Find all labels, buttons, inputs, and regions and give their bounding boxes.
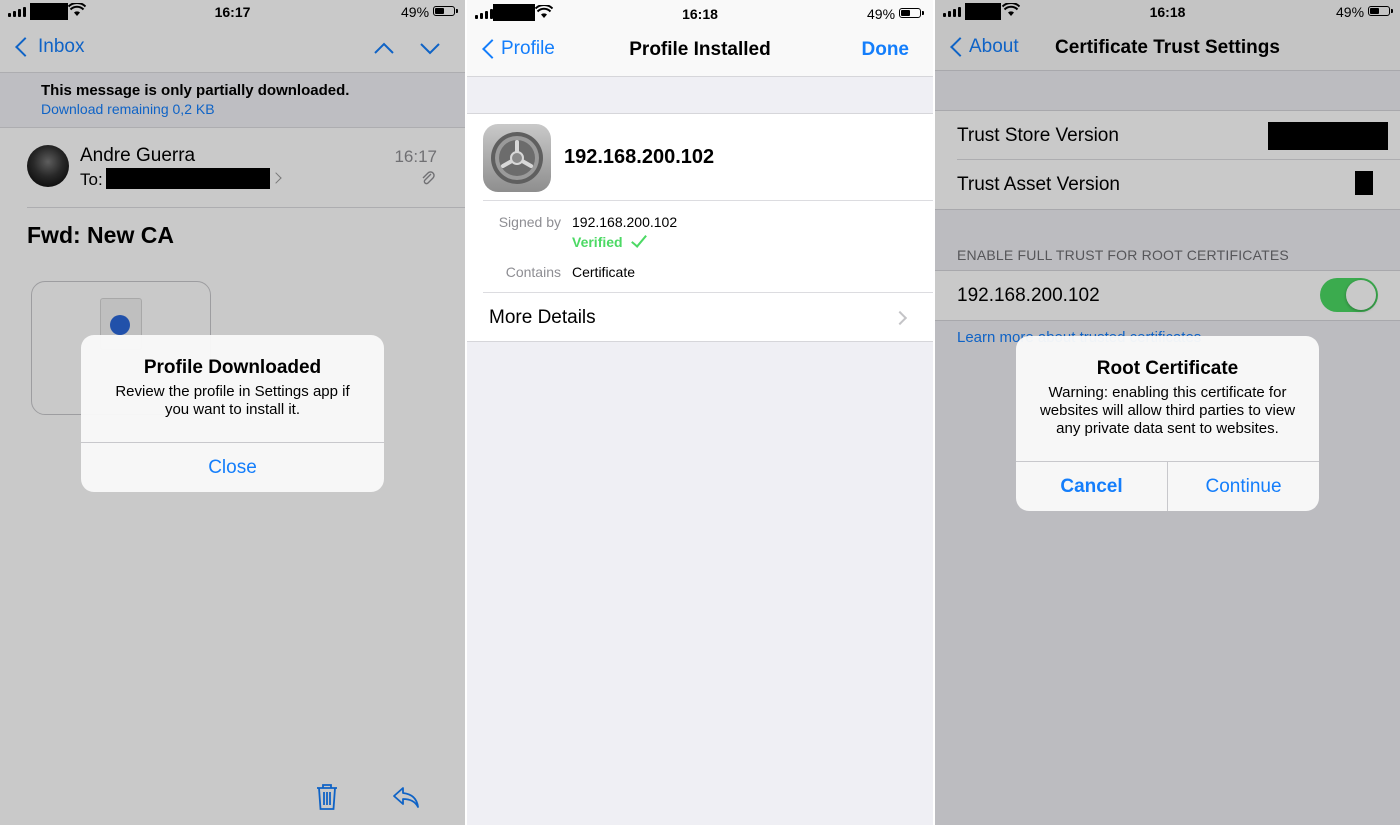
contains-value: Certificate (572, 264, 636, 280)
profile-card: 192.168.200.102 Signed by 192.168.200.10… (467, 113, 933, 342)
status-time: 16:18 (682, 6, 718, 22)
profile-name: 192.168.200.102 (564, 146, 715, 168)
settings-gear-icon (483, 124, 551, 192)
battery-icon (899, 8, 924, 18)
verified-label: Verified (572, 234, 623, 250)
profile-installed-screen: 16:18 49% Profile Profile Installed Done (467, 0, 933, 825)
certificate-trust-screen: 16:18 49% About Certificate Trust Settin… (935, 0, 1400, 825)
alert-title: Profile Downloaded (143, 357, 322, 378)
signed-by-value: 192.168.200.102 (572, 214, 678, 230)
alert-message: Warning: enabling this certificate for w… (1039, 384, 1296, 437)
close-button[interactable]: Close (81, 443, 384, 492)
root-certificate-alert: Root Certificate Warning: enabling this … (1016, 336, 1319, 511)
divider (483, 292, 933, 293)
mail-screen: 16:17 49% Inbox This message is only par… (0, 0, 465, 825)
divider (483, 200, 933, 201)
status-bar: 16:18 49% (467, 0, 933, 24)
nav-bar: Profile Profile Installed Done (467, 24, 933, 77)
alert-buttons: Cancel Continue (1016, 461, 1319, 511)
checkmark-icon (631, 231, 647, 248)
signed-by-label: Signed by (498, 214, 561, 230)
contains-label: Contains (505, 264, 561, 280)
more-details-label: More Details (489, 307, 596, 328)
continue-button[interactable]: Continue (1167, 462, 1319, 511)
cancel-button[interactable]: Cancel (1016, 462, 1167, 511)
chevron-right-icon (892, 310, 908, 326)
alert-message: Review the profile in Settings app if yo… (115, 383, 350, 418)
alert-title: Root Certificate (1096, 358, 1239, 379)
battery-percent: 49% (867, 6, 896, 22)
profile-downloaded-alert: Profile Downloaded Review the profile in… (81, 335, 384, 492)
alert-buttons: Close (81, 442, 384, 492)
done-button[interactable]: Done (862, 39, 910, 61)
